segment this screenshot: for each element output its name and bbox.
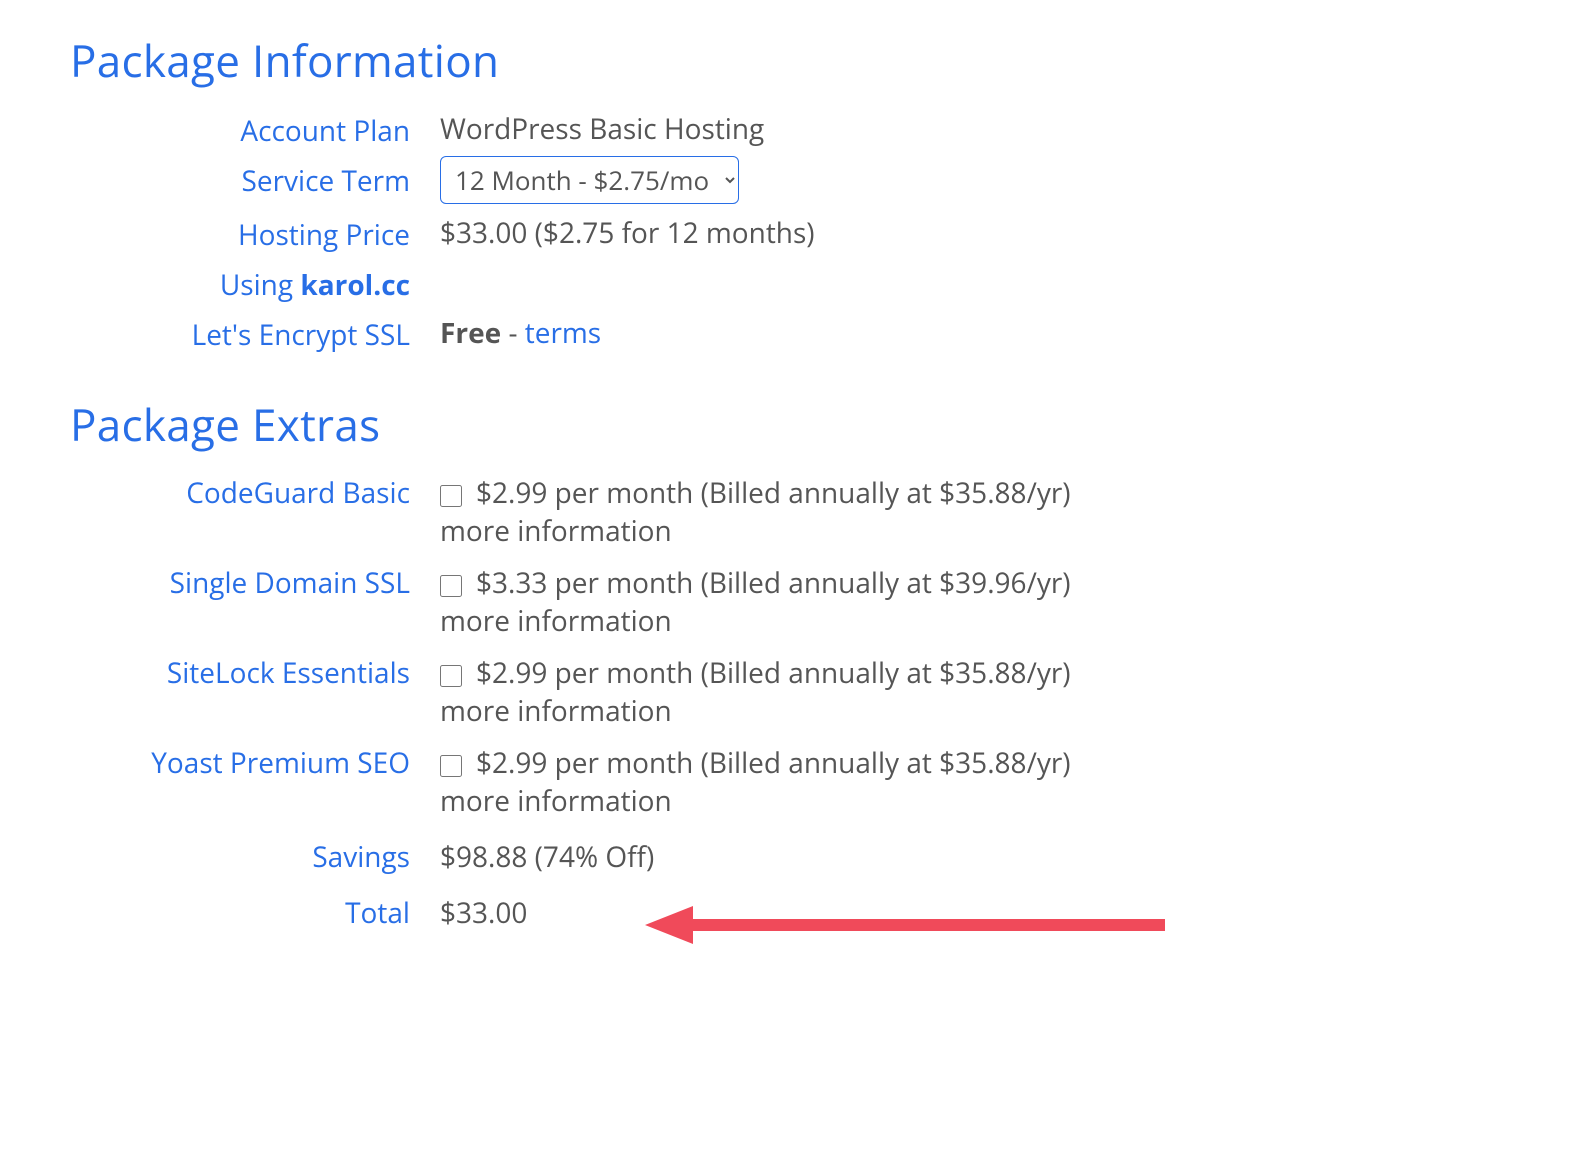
hosting-price-value: $33.00 ($2.75 for 12 months): [440, 214, 1524, 252]
extra-checkbox-yoast[interactable]: [440, 755, 462, 777]
more-information-link[interactable]: more information: [440, 602, 672, 640]
extra-price: $2.99 per month (Billed annually at $35.…: [476, 744, 1071, 782]
service-term-row: Service Term 12 Month - $2.75/mo: [70, 160, 1524, 204]
account-plan-value: WordPress Basic Hosting: [440, 110, 1524, 148]
extra-checkbox-codeguard[interactable]: [440, 485, 462, 507]
using-domain-row: Using karol.cc: [70, 264, 1524, 304]
ssl-label: Let's Encrypt SSL: [70, 314, 440, 354]
using-domain-label: Using karol.cc: [70, 264, 440, 304]
more-information-link[interactable]: more information: [440, 782, 672, 820]
ssl-dash: -: [501, 314, 525, 352]
ssl-terms-link[interactable]: terms: [525, 314, 601, 352]
extra-checkbox-single-domain-ssl[interactable]: [440, 575, 462, 597]
domain-name: karol.cc: [300, 266, 410, 304]
ssl-free-text: Free: [440, 314, 501, 352]
savings-label: Savings: [70, 838, 440, 876]
total-label: Total: [70, 894, 440, 932]
extra-price: $3.33 per month (Billed annually at $39.…: [476, 564, 1071, 602]
account-plan-label: Account Plan: [70, 110, 440, 150]
extra-price: $2.99 per month (Billed annually at $35.…: [476, 474, 1071, 512]
account-plan-row: Account Plan WordPress Basic Hosting: [70, 110, 1524, 150]
more-information-link[interactable]: more information: [440, 512, 672, 550]
extra-row: Yoast Premium SEO $2.99 per month (Bille…: [70, 744, 1524, 820]
package-information-heading: Package Information: [70, 30, 1524, 90]
using-prefix: Using: [220, 266, 300, 304]
extra-row: Single Domain SSL $3.33 per month (Bille…: [70, 564, 1524, 640]
total-value: $33.00: [440, 894, 1524, 932]
hosting-price-row: Hosting Price $33.00 ($2.75 for 12 month…: [70, 214, 1524, 254]
total-row: Total $33.00: [70, 894, 1524, 932]
extra-row: SiteLock Essentials $2.99 per month (Bil…: [70, 654, 1524, 730]
service-term-label: Service Term: [70, 160, 440, 200]
more-information-link[interactable]: more information: [440, 692, 672, 730]
extra-label: CodeGuard Basic: [70, 474, 440, 512]
extra-label: Yoast Premium SEO: [70, 744, 440, 782]
hosting-price-label: Hosting Price: [70, 214, 440, 254]
service-term-select[interactable]: 12 Month - $2.75/mo: [440, 156, 739, 204]
extra-label: Single Domain SSL: [70, 564, 440, 602]
extra-checkbox-sitelock[interactable]: [440, 665, 462, 687]
extra-label: SiteLock Essentials: [70, 654, 440, 692]
extra-price: $2.99 per month (Billed annually at $35.…: [476, 654, 1071, 692]
package-extras-heading: Package Extras: [70, 394, 1524, 454]
ssl-row: Let's Encrypt SSL Free - terms: [70, 314, 1524, 354]
extra-row: CodeGuard Basic $2.99 per month (Billed …: [70, 474, 1524, 550]
savings-row: Savings $98.88 (74% Off): [70, 838, 1524, 876]
savings-value: $98.88 (74% Off): [440, 838, 1524, 876]
